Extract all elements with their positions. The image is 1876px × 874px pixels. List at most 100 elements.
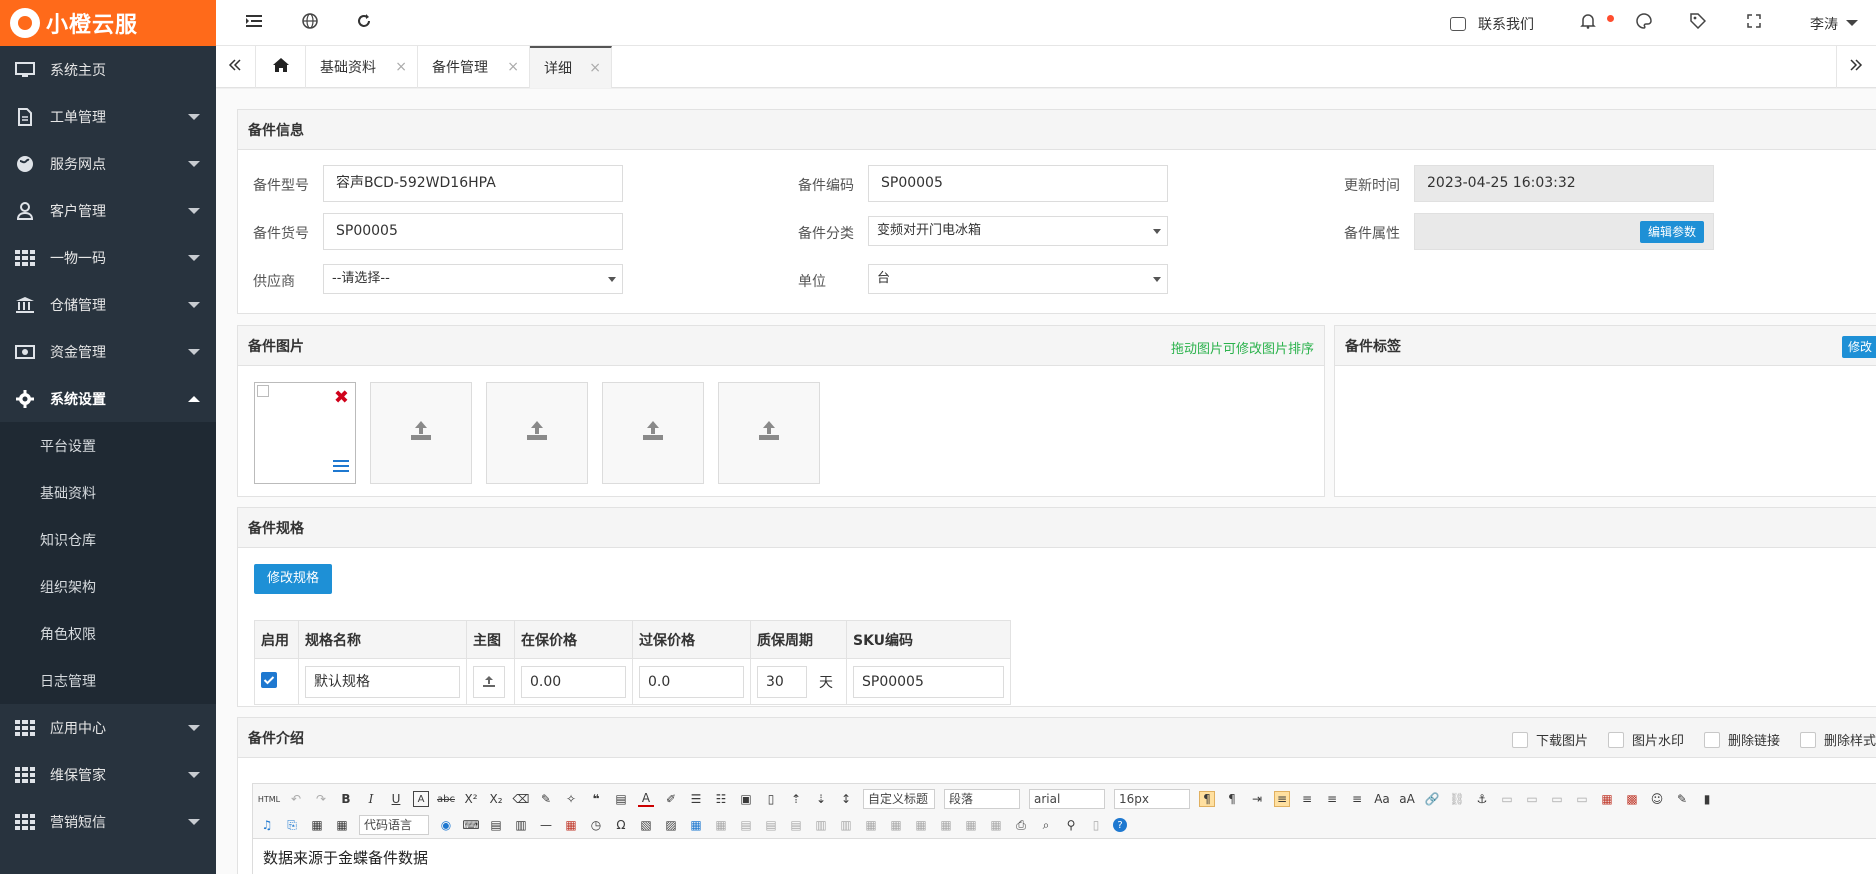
split-cols-icon[interactable]: ▦ bbox=[988, 817, 1004, 833]
simple-upload-icon[interactable]: ▦ bbox=[1599, 791, 1615, 807]
sku-input[interactable]: SP00005 bbox=[323, 213, 623, 250]
delete-col-icon[interactable]: ▥ bbox=[838, 817, 854, 833]
bell-icon[interactable] bbox=[1578, 13, 1598, 33]
clear-doc-icon[interactable]: ▯ bbox=[763, 791, 779, 807]
merge-down-icon[interactable]: ▦ bbox=[913, 817, 929, 833]
app-logo[interactable]: 小橙云服 bbox=[0, 0, 216, 46]
option-watermark[interactable]: 图片水印 bbox=[1607, 730, 1684, 749]
spec-sku-input[interactable]: SP00005 bbox=[853, 665, 1004, 698]
image-slot-2[interactable] bbox=[370, 382, 472, 484]
subscript-icon[interactable]: X₂ bbox=[488, 791, 504, 807]
tabs-scroll-left[interactable] bbox=[216, 46, 256, 88]
print-icon[interactable]: ⎙ bbox=[1013, 817, 1029, 833]
select-all-icon[interactable]: ▣ bbox=[738, 791, 754, 807]
scrawl-icon[interactable]: ✎ bbox=[1674, 791, 1690, 807]
submenu-item-platform[interactable]: 平台设置 bbox=[0, 422, 216, 469]
custom-title-select[interactable]: 自定义标题 bbox=[863, 789, 935, 809]
insert-col-icon[interactable]: ▥ bbox=[813, 817, 829, 833]
unordered-list-icon[interactable]: ☷ bbox=[713, 791, 729, 807]
ordered-list-icon[interactable]: ☰ bbox=[688, 791, 704, 807]
delete-icon[interactable]: ✖ bbox=[334, 387, 349, 408]
out-price-input[interactable]: 0.0 bbox=[639, 665, 744, 698]
chevron-down-icon[interactable] bbox=[1846, 20, 1858, 26]
redo-icon[interactable]: ↷ bbox=[313, 791, 329, 807]
edit-tip-icon[interactable]: ▨ bbox=[663, 817, 679, 833]
strikethrough-icon[interactable]: abc bbox=[437, 791, 455, 807]
help-icon[interactable]: ? bbox=[1113, 818, 1127, 832]
main-image-upload[interactable] bbox=[473, 665, 505, 698]
wordimage-icon[interactable]: ▧ bbox=[638, 817, 654, 833]
paragraph-select[interactable]: 段落 bbox=[944, 789, 1020, 809]
insert-paragraph-before-table-icon[interactable]: ▤ bbox=[738, 817, 754, 833]
map-icon[interactable]: ▦ bbox=[309, 817, 325, 833]
anchor-icon[interactable]: ⚓ bbox=[1474, 791, 1490, 807]
template-icon[interactable]: ▥ bbox=[513, 817, 529, 833]
spec-name-input[interactable]: 默认规格 bbox=[305, 665, 460, 698]
gmap-icon[interactable]: ▦ bbox=[334, 817, 350, 833]
emotion-icon[interactable]: ☺ bbox=[1649, 791, 1665, 807]
code-language-select[interactable]: 代码语言 bbox=[359, 815, 429, 835]
submenu-item-logs[interactable]: 日志管理 bbox=[0, 657, 216, 704]
submenu-item-roles[interactable]: 角色权限 bbox=[0, 610, 216, 657]
paste-plain-icon[interactable]: ▤ bbox=[613, 791, 629, 807]
palette-icon[interactable] bbox=[1634, 13, 1654, 33]
preview-icon[interactable]: ⌕ bbox=[1038, 817, 1054, 833]
in-price-input[interactable]: 0.00 bbox=[521, 665, 626, 698]
row-spacing-top-icon[interactable]: ⇡ bbox=[788, 791, 804, 807]
tab-detail[interactable]: 详细 × bbox=[530, 46, 612, 88]
insert-row-icon[interactable]: ▤ bbox=[763, 817, 779, 833]
sidebar-item-settings[interactable]: 系统设置 bbox=[0, 375, 216, 422]
insert-frame-icon[interactable]: ◉ bbox=[438, 817, 454, 833]
close-icon[interactable]: × bbox=[589, 60, 601, 76]
editor-body[interactable]: 数据来源于金蝶备件数据 bbox=[252, 839, 1876, 874]
tab-basic-data[interactable]: 基础资料 × bbox=[306, 46, 418, 88]
sidebar-item-home[interactable]: 系统主页 bbox=[0, 46, 216, 93]
superscript-icon[interactable]: X² bbox=[463, 791, 479, 807]
align-left-icon[interactable]: ≡ bbox=[1274, 791, 1290, 807]
special-chars-icon[interactable]: Ω bbox=[613, 817, 629, 833]
html-source-icon[interactable]: HTML bbox=[258, 791, 280, 807]
sidebar-item-maintenance[interactable]: 维保管家 bbox=[0, 751, 216, 798]
auto-format-icon[interactable]: ✧ bbox=[563, 791, 579, 807]
edit-params-button[interactable]: 编辑参数 bbox=[1640, 221, 1704, 243]
merge-cells-icon[interactable]: ▦ bbox=[863, 817, 879, 833]
sidebar-item-finance[interactable]: 资金管理 bbox=[0, 328, 216, 375]
tab-home[interactable] bbox=[256, 46, 306, 88]
submenu-item-organization[interactable]: 组织架构 bbox=[0, 563, 216, 610]
time-icon[interactable]: ◷ bbox=[588, 817, 604, 833]
checkbox[interactable] bbox=[1607, 731, 1624, 748]
submenu-item-knowledge[interactable]: 知识仓库 bbox=[0, 516, 216, 563]
checkbox[interactable] bbox=[1511, 731, 1528, 748]
align-center-icon[interactable]: ≡ bbox=[1299, 791, 1315, 807]
drafts-icon[interactable]: ▯ bbox=[1088, 817, 1104, 833]
link-icon[interactable]: 🔗 bbox=[1424, 791, 1440, 807]
unit-select[interactable]: 台 bbox=[868, 264, 1168, 294]
insert-video-icon[interactable]: ▮ bbox=[1699, 791, 1715, 807]
insert-code-icon[interactable]: ⌨ bbox=[462, 817, 479, 833]
option-download-images[interactable]: 下载图片 bbox=[1511, 730, 1588, 749]
sidebar-item-customers[interactable]: 客户管理 bbox=[0, 187, 216, 234]
sidebar-item-warehouse[interactable]: 仓储管理 bbox=[0, 281, 216, 328]
font-size-select[interactable]: 16px bbox=[1114, 789, 1190, 809]
font-color-icon[interactable]: A bbox=[638, 791, 654, 807]
model-input[interactable]: 容声BCD-592WD16HPA bbox=[323, 165, 623, 202]
edit-spec-button[interactable]: 修改规格 bbox=[254, 564, 332, 594]
image-left-icon[interactable]: ▭ bbox=[1524, 791, 1540, 807]
align-justify-icon[interactable]: ≡ bbox=[1349, 791, 1365, 807]
italic-icon[interactable]: I bbox=[363, 791, 379, 807]
option-remove-styles[interactable]: 删除样式 bbox=[1799, 730, 1876, 749]
image-right-icon[interactable]: ▭ bbox=[1549, 791, 1565, 807]
date-icon[interactable]: ▦ bbox=[563, 817, 579, 833]
attachment-icon[interactable]: ⎘ bbox=[284, 817, 300, 833]
supplier-select[interactable]: --请选择-- bbox=[323, 264, 623, 294]
delete-table-icon[interactable]: ▦ bbox=[713, 817, 729, 833]
insert-table-icon[interactable]: ▦ bbox=[688, 817, 704, 833]
music-icon[interactable]: ♫ bbox=[259, 817, 275, 833]
fullscreen-icon[interactable] bbox=[1744, 13, 1764, 33]
tabs-scroll-right[interactable] bbox=[1836, 46, 1876, 88]
submenu-item-basic-data[interactable]: 基础资料 bbox=[0, 469, 216, 516]
checkbox[interactable] bbox=[1799, 731, 1816, 748]
sidebar-item-qrcode[interactable]: 一物一码 bbox=[0, 234, 216, 281]
sidebar-item-apps[interactable]: 应用中心 bbox=[0, 704, 216, 751]
option-remove-links[interactable]: 删除链接 bbox=[1703, 730, 1780, 749]
